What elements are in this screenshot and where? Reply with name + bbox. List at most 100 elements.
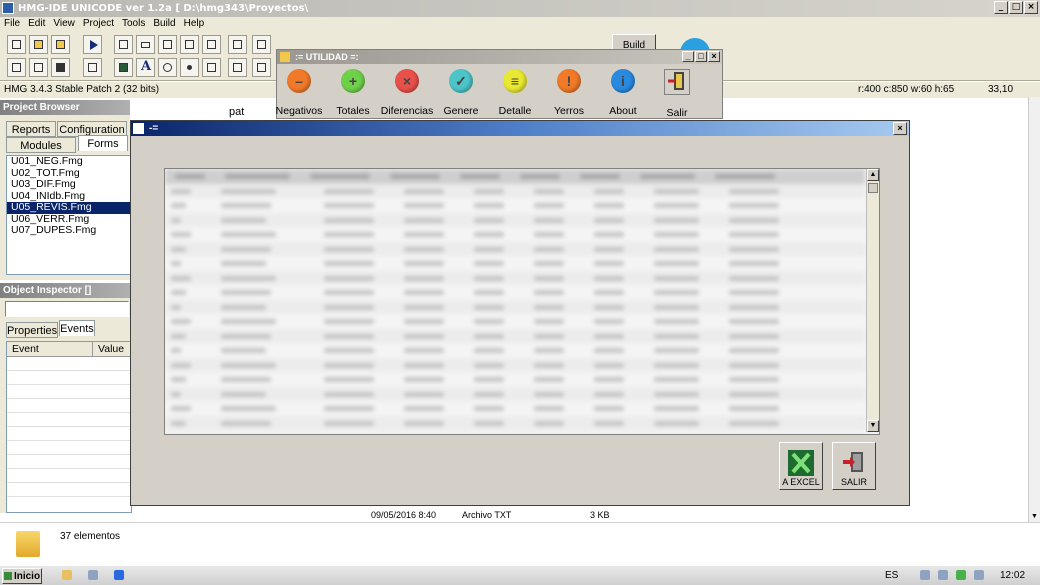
form-file-list[interactable]: U01_NEG.Fmg U02_TOT.Fmg U03_DIF.Fmg U04_INI… bbox=[6, 155, 131, 275]
status-position: 33,10 bbox=[988, 84, 1014, 95]
data-browse-grid[interactable]: ▲ ▼ bbox=[164, 168, 880, 435]
explorer-vertical-scrollbar[interactable]: ▼ bbox=[1028, 97, 1040, 522]
utility-glyph: + bbox=[348, 73, 358, 89]
blurred-record-row bbox=[165, 314, 865, 329]
tray-monitor-icon[interactable] bbox=[938, 570, 948, 580]
form-icon[interactable] bbox=[114, 35, 133, 54]
menu-view[interactable]: View bbox=[49, 18, 79, 29]
tab-events[interactable]: Events bbox=[59, 320, 95, 336]
tab-forms[interactable]: Forms bbox=[78, 135, 128, 151]
utility-diferencias-button[interactable]: × Diferencias bbox=[377, 69, 437, 117]
pointer-icon[interactable] bbox=[83, 58, 102, 77]
menu-edit[interactable]: Edit bbox=[24, 18, 49, 29]
blurred-header-row bbox=[165, 169, 865, 184]
checkbox-tool-icon[interactable] bbox=[158, 35, 177, 54]
calendar-tool-icon[interactable] bbox=[228, 58, 247, 77]
run-icon[interactable] bbox=[83, 35, 102, 54]
quicklaunch-network-icon[interactable] bbox=[88, 570, 98, 580]
form-file-item[interactable]: U01_NEG.Fmg bbox=[7, 155, 130, 168]
language-indicator[interactable]: ES bbox=[885, 570, 898, 581]
form-file-item[interactable]: U03_DIF.Fmg bbox=[7, 178, 130, 191]
blurred-record-row bbox=[165, 299, 865, 314]
blurred-record-row bbox=[165, 227, 865, 242]
utility-maximize-button[interactable]: □ bbox=[695, 51, 707, 62]
menu-file[interactable]: File bbox=[0, 18, 24, 29]
minimize-button[interactable]: _ bbox=[994, 1, 1008, 14]
utility-item-label: Negativos bbox=[275, 105, 323, 117]
dialog-app-icon bbox=[133, 123, 144, 134]
combo-tool-icon[interactable] bbox=[202, 35, 221, 54]
object-combo[interactable] bbox=[5, 301, 129, 317]
timer-tool-icon[interactable] bbox=[158, 58, 177, 77]
scroll-up-arrow-icon[interactable]: ▲ bbox=[867, 169, 879, 181]
utility-item-label: Yerros bbox=[554, 105, 584, 117]
tab-reports[interactable]: Reports bbox=[6, 121, 56, 137]
maximize-button[interactable]: □ bbox=[1009, 1, 1023, 14]
open-icon[interactable] bbox=[29, 35, 48, 54]
window-icon[interactable] bbox=[7, 58, 26, 77]
utility-glyph: – bbox=[295, 73, 303, 89]
tab-modules[interactable]: Modules bbox=[6, 137, 76, 153]
utility-minimize-button[interactable]: _ bbox=[682, 51, 694, 62]
ide-title-bar: HMG-IDE UNICODE ver 1.2a [ D:\hmg343\Pro… bbox=[0, 0, 1040, 17]
folder-icon[interactable] bbox=[51, 35, 70, 54]
clock: 12:02 bbox=[1000, 570, 1026, 581]
image-tool-icon[interactable] bbox=[114, 58, 133, 77]
explorer-file-row[interactable]: 09/05/2016 8:40 Archivo TXT 3 KB bbox=[230, 508, 1010, 522]
form-file-item[interactable]: U07_DUPES.Fmg bbox=[7, 224, 130, 237]
blurred-record-row bbox=[165, 241, 865, 256]
utility-salir-icon bbox=[664, 69, 690, 95]
utility-item-label: Salir bbox=[666, 107, 688, 119]
utility-close-button[interactable]: × bbox=[708, 51, 720, 62]
menu-build[interactable]: Build bbox=[149, 18, 179, 29]
page-icon[interactable] bbox=[29, 58, 48, 77]
utility-detalle-button[interactable]: ≡ Detalle bbox=[485, 69, 545, 117]
event-grid[interactable]: Event Value bbox=[6, 341, 132, 513]
menu-help[interactable]: Help bbox=[180, 18, 209, 29]
menu-bar: File Edit View Project Tools Build Help bbox=[0, 17, 1040, 31]
start-button[interactable]: Inicio bbox=[2, 568, 42, 584]
object-inspector-title: Object Inspector [] bbox=[0, 283, 130, 298]
folder-icon bbox=[16, 531, 40, 557]
utility-totales-button[interactable]: + Totales bbox=[323, 69, 383, 117]
excel-export-button[interactable]: A EXCEL bbox=[779, 442, 823, 490]
save-icon[interactable] bbox=[51, 58, 70, 77]
form-file-item[interactable]: U05_REVIS.Fmg bbox=[7, 201, 130, 214]
utility-item-label: Totales bbox=[336, 105, 370, 117]
explorer-scroll-down-icon[interactable]: ▼ bbox=[1029, 511, 1040, 522]
salir-button-label: SALIR bbox=[840, 477, 867, 487]
new-icon[interactable] bbox=[7, 35, 26, 54]
utility-title-bar: := UTILIDAD =: _ □ × bbox=[277, 50, 722, 64]
quicklaunch-explorer-icon[interactable] bbox=[62, 570, 72, 580]
tray-security-icon[interactable] bbox=[956, 570, 966, 580]
utility-salir-button[interactable]: Salir bbox=[647, 69, 707, 119]
tray-volume-icon[interactable] bbox=[974, 570, 984, 580]
browse-vertical-scrollbar[interactable]: ▲ ▼ bbox=[866, 169, 879, 432]
scroll-thumb[interactable] bbox=[868, 183, 878, 193]
tab-properties[interactable]: Properties bbox=[6, 322, 58, 338]
menu-tools[interactable]: Tools bbox=[118, 18, 149, 29]
button-tool-icon[interactable] bbox=[136, 35, 155, 54]
list-tool-icon[interactable] bbox=[180, 35, 199, 54]
menu-project[interactable]: Project bbox=[79, 18, 118, 29]
column-event: Event bbox=[7, 342, 93, 356]
blurred-record-row bbox=[165, 256, 865, 271]
utility-item-label: Detalle bbox=[498, 105, 532, 117]
dialog-close-button[interactable]: × bbox=[893, 122, 907, 135]
quicklaunch-ie-icon[interactable] bbox=[114, 570, 124, 580]
utility-yerros-button[interactable]: ! Yerros bbox=[539, 69, 599, 117]
utility-negativos-button[interactable]: – Negativos bbox=[269, 69, 329, 117]
tray-flag-icon[interactable] bbox=[920, 570, 930, 580]
frame-tool-icon[interactable] bbox=[202, 58, 221, 77]
edit-tool-icon[interactable] bbox=[228, 35, 247, 54]
grid-tool-icon[interactable] bbox=[252, 35, 271, 54]
column-value: Value bbox=[98, 343, 125, 355]
radio-tool-icon[interactable] bbox=[180, 58, 199, 77]
close-button[interactable]: × bbox=[1024, 1, 1038, 14]
utility-genere-button[interactable]: ✓ Genere bbox=[431, 69, 491, 117]
label-tool-icon[interactable]: A bbox=[136, 58, 155, 77]
scroll-down-arrow-icon[interactable]: ▼ bbox=[867, 420, 879, 432]
salir-button[interactable]: SALIR bbox=[832, 442, 876, 490]
utility-about-button[interactable]: i About bbox=[593, 69, 653, 117]
utility-item-label: Genere bbox=[443, 105, 479, 117]
